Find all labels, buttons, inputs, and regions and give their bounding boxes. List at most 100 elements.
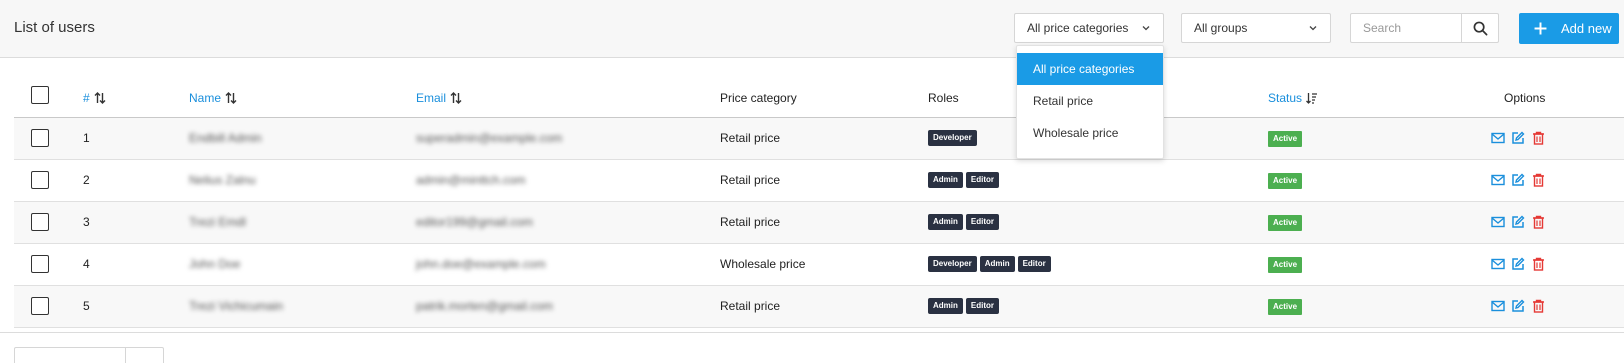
search-button[interactable] [1461, 14, 1498, 42]
trash-icon[interactable] [1530, 298, 1546, 314]
column-label-email: Email [416, 91, 447, 105]
price-category-select[interactable]: All price categories [1014, 13, 1164, 43]
table-row: 2 Nelius Zalnu admin@minttch.com Retail … [14, 160, 1624, 202]
role-tag: Editor [965, 172, 999, 188]
mail-icon[interactable] [1490, 172, 1506, 188]
role-tag: Developer [928, 130, 977, 146]
role-tag: Admin [928, 172, 963, 188]
search-icon [1473, 21, 1487, 35]
mail-icon[interactable] [1490, 214, 1506, 230]
price-category: Retail price [720, 173, 781, 187]
pagination-select[interactable] [14, 347, 164, 363]
edit-icon[interactable] [1510, 130, 1526, 146]
user-name: Trezi Vichicumain [189, 299, 284, 313]
row-number: 2 [83, 173, 90, 187]
roles-list: Admin Editor [928, 298, 1002, 314]
price-category-select-value: All price categories [1027, 21, 1129, 35]
edit-icon[interactable] [1510, 256, 1526, 272]
row-options [1490, 256, 1546, 272]
table-row: 4 John Doe john.doe@example.com Wholesal… [14, 244, 1624, 286]
row-options [1490, 298, 1546, 314]
trash-icon[interactable] [1530, 214, 1546, 230]
price-category: Wholesale price [720, 257, 806, 271]
sort-icon [450, 92, 462, 104]
column-header-status[interactable]: Status [1268, 91, 1318, 105]
column-label-status: Status [1268, 91, 1303, 105]
table-header: # Name Email Price category Roles Status… [14, 75, 1624, 118]
roles-list: Developer Admin Editor [928, 256, 1054, 272]
row-number: 3 [83, 215, 90, 229]
add-new-button[interactable]: Add new [1519, 13, 1619, 44]
role-tag: Developer [928, 256, 977, 272]
column-header-num[interactable]: # [83, 91, 106, 105]
user-name: John Doe [189, 257, 241, 271]
column-label-name: Name [189, 91, 222, 105]
sort-descending-icon [1306, 92, 1318, 104]
search-input[interactable] [1351, 14, 1461, 42]
groups-select[interactable]: All groups [1181, 13, 1331, 43]
row-checkbox[interactable] [31, 297, 49, 315]
row-options [1490, 130, 1546, 146]
row-options [1490, 172, 1546, 188]
row-options [1490, 214, 1546, 230]
user-email: admin@minttch.com [416, 173, 526, 187]
page-title: List of users [14, 19, 95, 36]
status-badge: Active [1268, 257, 1303, 273]
row-number: 5 [83, 299, 90, 313]
dropdown-option-retail[interactable]: Retail price [1017, 85, 1163, 117]
role-tag: Admin [928, 214, 963, 230]
trash-icon[interactable] [1530, 172, 1546, 188]
role-tag: Editor [1017, 256, 1051, 272]
roles-list: Developer [928, 130, 980, 146]
user-email: superadmin@example.com [416, 131, 563, 145]
dropdown-option-all[interactable]: All price categories [1017, 53, 1163, 85]
pagination-divider [125, 348, 126, 363]
user-name: Trezi Emdl [189, 215, 246, 229]
column-header-name[interactable]: Name [189, 91, 237, 105]
edit-icon[interactable] [1510, 172, 1526, 188]
dropdown-option-wholesale[interactable]: Wholesale price [1017, 117, 1163, 149]
footer-divider [0, 332, 1624, 333]
column-label-num: # [83, 91, 90, 105]
sort-icon [225, 92, 237, 104]
status-badge: Active [1268, 131, 1303, 147]
table-row: 1 Endbill Admin superadmin@example.com R… [14, 118, 1624, 160]
role-tag: Admin [928, 298, 963, 314]
sort-icon [94, 92, 106, 104]
edit-icon[interactable] [1510, 298, 1526, 314]
row-checkbox[interactable] [31, 171, 49, 189]
trash-icon[interactable] [1530, 256, 1546, 272]
price-category: Retail price [720, 215, 781, 229]
plus-icon [1534, 22, 1547, 35]
select-all-checkbox[interactable] [31, 86, 49, 104]
users-table: # Name Email Price category Roles Status… [14, 75, 1624, 328]
mail-icon[interactable] [1490, 130, 1506, 146]
role-tag: Editor [965, 298, 999, 314]
mail-icon[interactable] [1490, 256, 1506, 272]
status-badge: Active [1268, 173, 1303, 189]
role-tag: Admin [979, 256, 1015, 272]
column-header-price: Price category [720, 91, 797, 105]
column-header-options: Options [1504, 91, 1546, 105]
price-category: Retail price [720, 299, 781, 313]
user-name: Nelius Zalnu [189, 173, 256, 187]
roles-list: Admin Editor [928, 214, 1002, 230]
user-email: john.doe@example.com [416, 257, 546, 271]
chevron-down-icon [1309, 26, 1317, 31]
row-checkbox[interactable] [31, 255, 49, 273]
row-number: 4 [83, 257, 90, 271]
mail-icon[interactable] [1490, 298, 1506, 314]
page-header: List of users All price categories All g… [0, 0, 1624, 58]
row-checkbox[interactable] [31, 129, 49, 147]
user-email: editor199@gmail.com [416, 215, 533, 229]
roles-list: Admin Editor [928, 172, 1002, 188]
chevron-down-icon [1142, 26, 1150, 31]
price-category: Retail price [720, 131, 781, 145]
role-tag: Editor [965, 214, 999, 230]
column-header-email[interactable]: Email [416, 91, 462, 105]
row-checkbox[interactable] [31, 213, 49, 231]
table-row: 3 Trezi Emdl editor199@gmail.com Retail … [14, 202, 1624, 244]
trash-icon[interactable] [1530, 130, 1546, 146]
edit-icon[interactable] [1510, 214, 1526, 230]
user-name: Endbill Admin [189, 131, 262, 145]
